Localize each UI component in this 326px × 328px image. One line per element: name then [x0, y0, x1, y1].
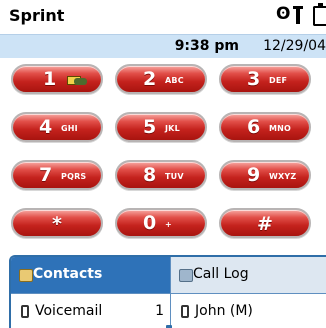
- key-letters: ABC: [165, 76, 184, 85]
- bottom-tab-bar: Contacts Call Log Voicemail 1 John (M): [9, 255, 326, 328]
- key-digit: 0: [143, 212, 157, 234]
- tab-contacts-label: Contacts: [33, 266, 103, 282]
- phone-icon: [181, 305, 189, 318]
- speed-dial-john[interactable]: John (M): [170, 293, 326, 328]
- key-letters: TUV: [165, 172, 184, 181]
- keypad-key-7[interactable]: 7 PQRS: [11, 160, 103, 190]
- tab-call-log[interactable]: Call Log: [170, 257, 326, 293]
- key-letters: MNO: [269, 124, 292, 133]
- keypad-key-4[interactable]: 4 GHI: [11, 112, 103, 142]
- clock-time: 9:38 pm: [174, 38, 239, 54]
- key-letters: DEF: [269, 76, 288, 85]
- battery-icon[interactable]: [313, 3, 326, 26]
- datetime-bar: 9:38 pm 12/29/04: [0, 34, 326, 58]
- key-digit: 8: [143, 164, 157, 186]
- key-digit: 9: [247, 164, 261, 186]
- signal-icon: [293, 6, 303, 24]
- phone-icon: [21, 305, 29, 318]
- status-icons: ʘ: [276, 3, 326, 28]
- key-digit: 7: [39, 164, 53, 186]
- clock-date: 12/29/04: [263, 38, 326, 54]
- dial-keypad: 1 2 ABC 3 DEF 4 GHI 5 JKL 6 MNO 7 PQRS 8 TUV 9 WXYZ * 0 + #: [0, 62, 326, 250]
- tab-contacts[interactable]: Contacts: [11, 257, 170, 293]
- key-letters: WXYZ: [269, 172, 297, 181]
- keypad-key-6[interactable]: 6 MNO: [219, 112, 311, 142]
- contacts-icon: [19, 269, 33, 282]
- key-digit: 6: [247, 116, 261, 138]
- key-digit: 4: [39, 116, 53, 138]
- key-letters: JKL: [165, 124, 180, 133]
- key-digit: 5: [143, 116, 157, 138]
- speed-dial-john-label: John (M): [195, 303, 253, 319]
- bluetooth-icon[interactable]: ʘ: [276, 4, 290, 24]
- keypad-key-hash[interactable]: #: [219, 208, 311, 238]
- key-digit: 2: [143, 68, 157, 90]
- speed-dial-voicemail[interactable]: Voicemail 1: [11, 293, 170, 328]
- key-letters: GHI: [61, 124, 78, 133]
- keypad-key-0[interactable]: 0 +: [115, 208, 207, 238]
- key-letters: PQRS: [61, 172, 87, 181]
- keypad-key-1[interactable]: 1: [11, 64, 103, 94]
- call-log-icon: [179, 269, 193, 282]
- speed-dial-voicemail-number: 1: [155, 303, 164, 319]
- key-letters: +: [165, 220, 172, 229]
- carrier-name: Sprint: [9, 6, 65, 25]
- keypad-key-8[interactable]: 8 TUV: [115, 160, 207, 190]
- key-digit: #: [257, 213, 273, 235]
- key-digit: *: [52, 213, 62, 235]
- speed-dial-voicemail-label: Voicemail: [35, 303, 103, 319]
- status-bar: Sprint ʘ: [0, 0, 326, 34]
- keypad-key-9[interactable]: 9 WXYZ: [219, 160, 311, 190]
- keypad-key-3[interactable]: 3 DEF: [219, 64, 311, 94]
- key-digit: 3: [247, 68, 261, 90]
- keypad-key-5[interactable]: 5 JKL: [115, 112, 207, 142]
- keypad-key-2[interactable]: 2 ABC: [115, 64, 207, 94]
- voicemail-icon: [67, 73, 87, 87]
- key-digit: 1: [43, 68, 57, 90]
- tab-call-log-label: Call Log: [193, 266, 249, 282]
- keypad-key-star[interactable]: *: [11, 208, 103, 238]
